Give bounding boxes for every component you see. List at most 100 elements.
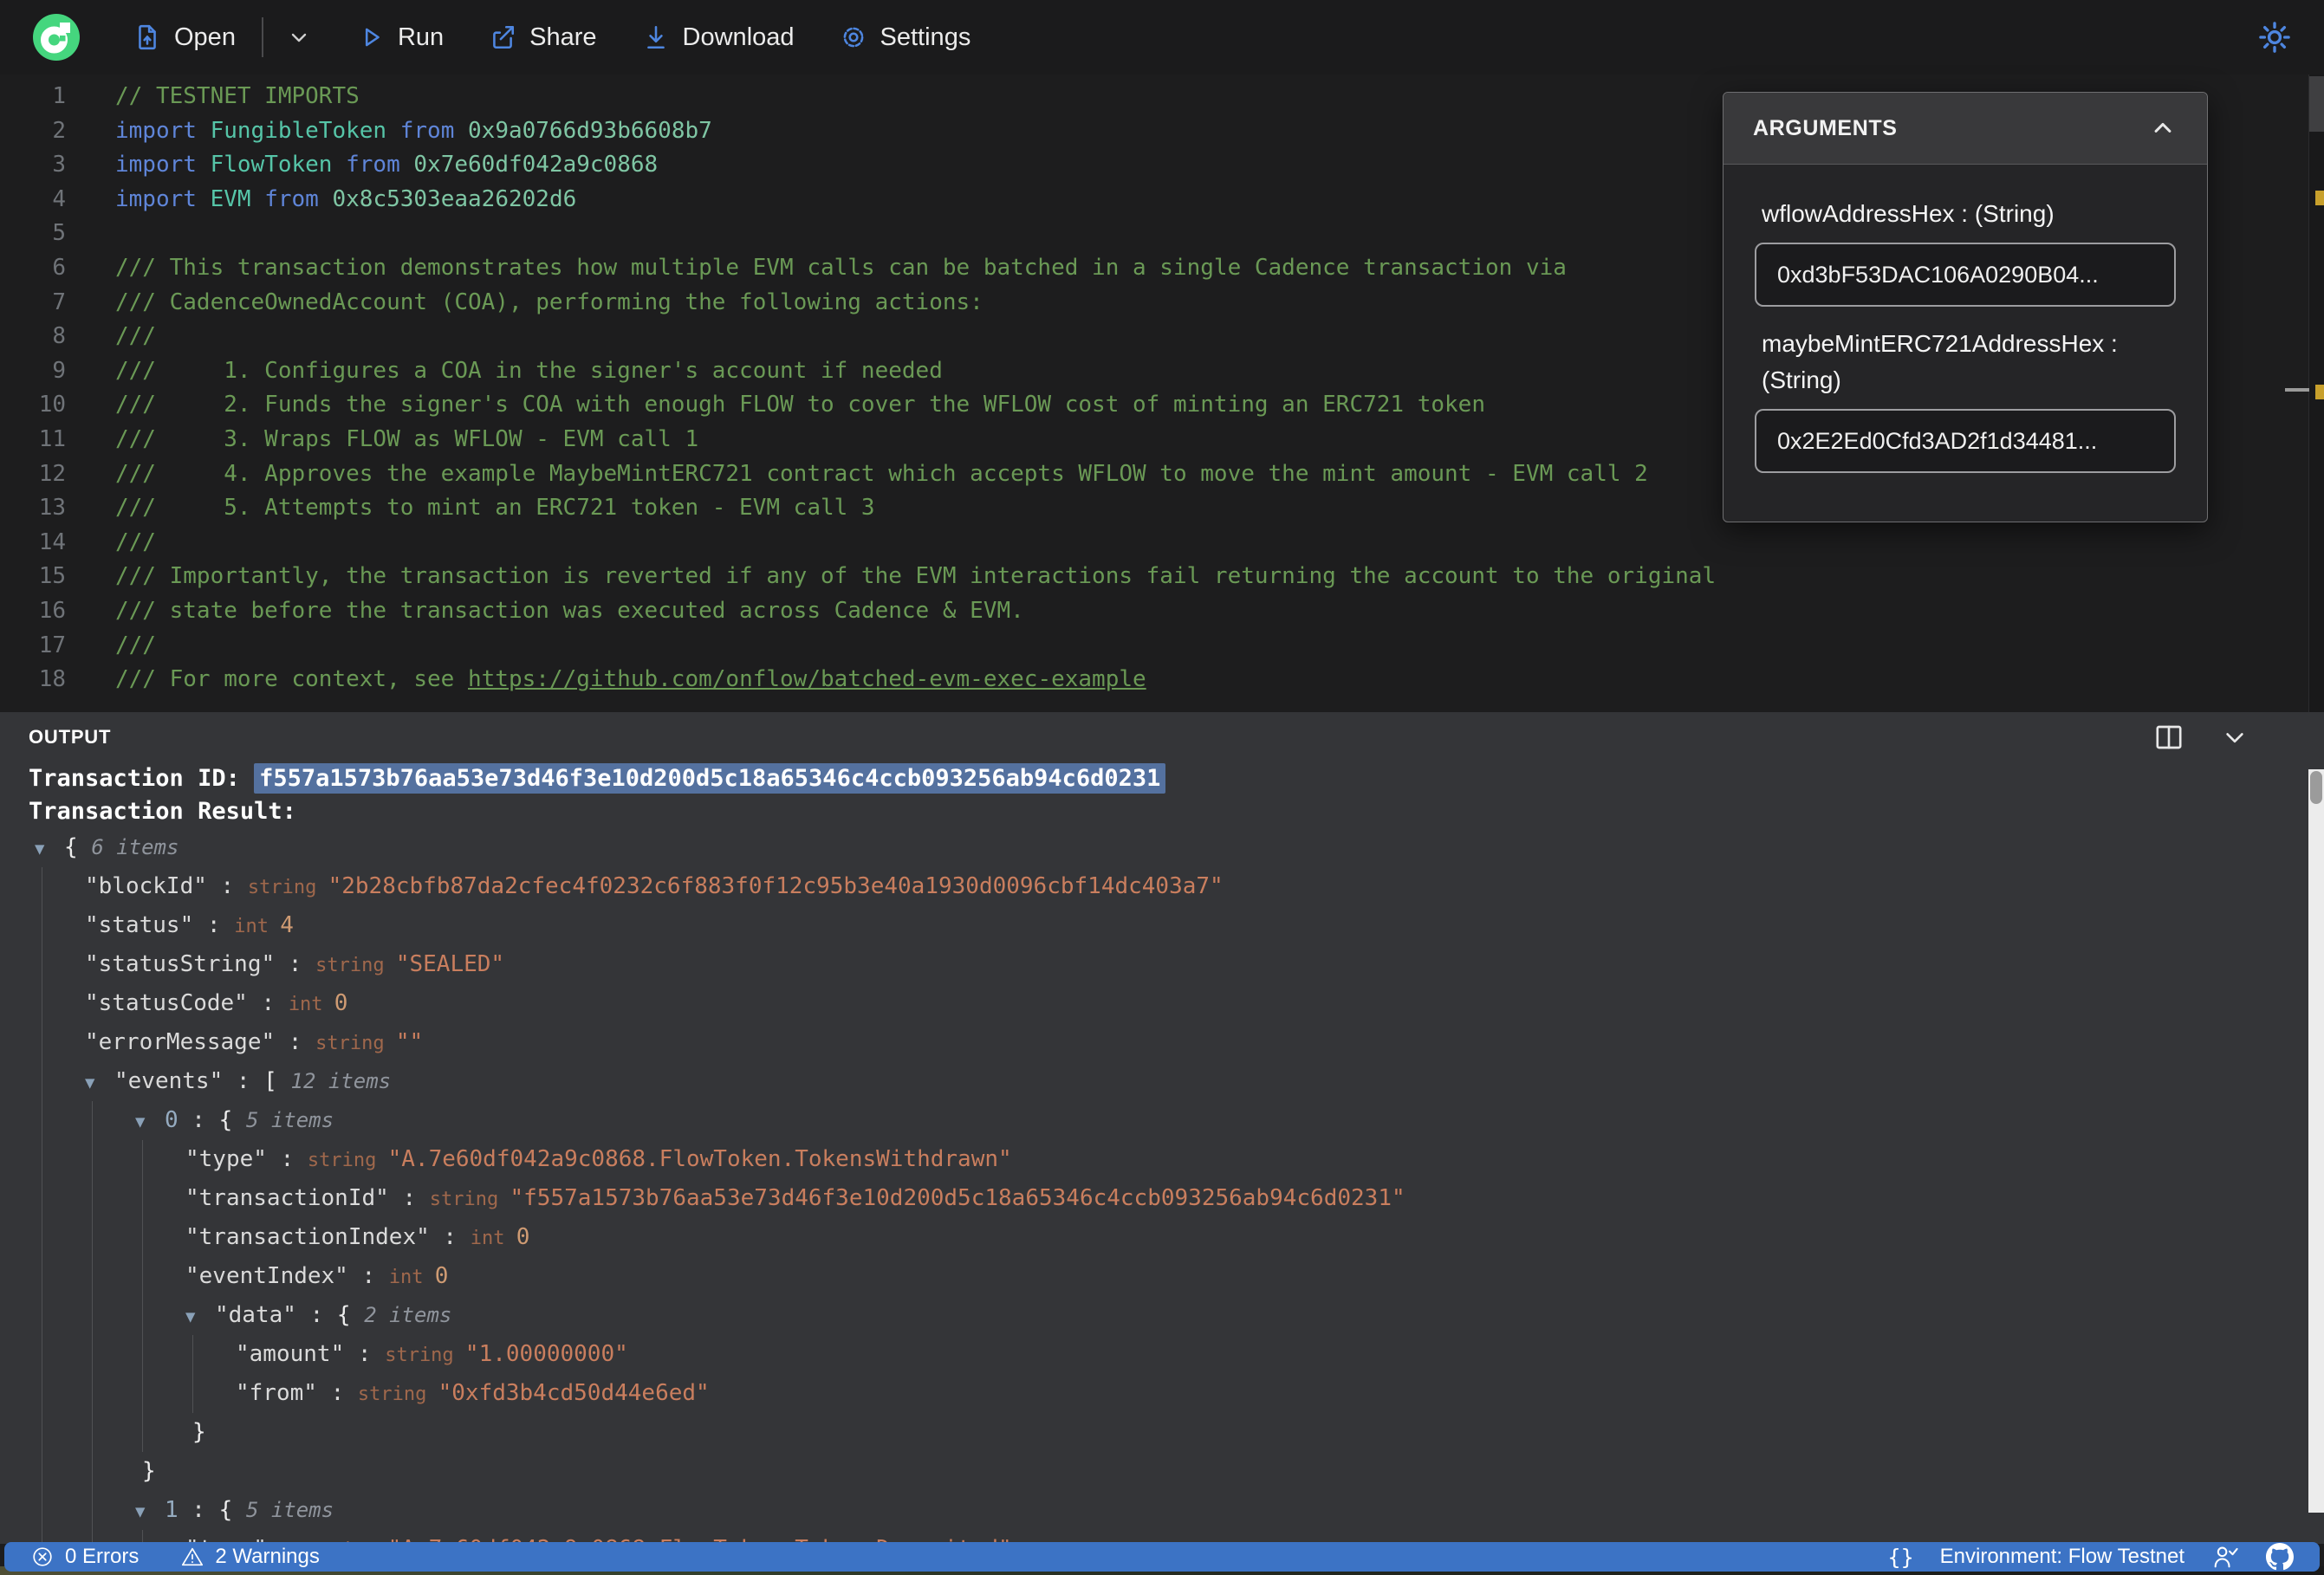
github-icon[interactable] [2266, 1543, 2294, 1571]
flow-logo [33, 14, 80, 61]
output-scrollbar[interactable] [2308, 769, 2324, 1513]
collapse-toggle[interactable]: ▼ [185, 1298, 215, 1337]
colon: : [295, 1302, 337, 1328]
toolbar: Open Run Share Download Settings [0, 0, 2324, 75]
toolbar-divider [261, 17, 263, 57]
run-label: Run [397, 23, 445, 51]
line-number: 10 [38, 392, 66, 418]
json-value: "0xfd3b4cd50d44e6ed" [438, 1380, 710, 1406]
argument-label: wflowAddressHex : (String) [1762, 200, 2055, 227]
code-segment: /// 4. Approves the example MaybeMintERC… [115, 460, 1648, 487]
code-segment: from [399, 117, 455, 144]
settings-button[interactable]: Settings [840, 23, 970, 52]
json-key: "type" [185, 1146, 267, 1172]
warnings-count: 2 Warnings [215, 1545, 320, 1568]
colon: : [178, 1497, 219, 1523]
code-line[interactable]: /// state before the transaction was exe… [115, 594, 2298, 629]
open-label: Open [174, 23, 236, 51]
transaction-id-line: Transaction ID: f557a1573b76aa53e73d46f3… [0, 761, 2303, 794]
errors-indicator[interactable]: 0 Errors [30, 1545, 139, 1569]
line-number: 9 [52, 357, 66, 384]
download-label: Download [682, 23, 795, 51]
indent-guide [92, 1218, 93, 1257]
run-play-icon [365, 28, 380, 47]
open-dropdown-button[interactable] [286, 24, 312, 50]
colon: : [223, 1068, 264, 1094]
open-button[interactable]: Open [133, 23, 236, 52]
code-line[interactable]: /// For more context, see https://github… [115, 663, 2298, 697]
colon: : [344, 1341, 386, 1367]
wflow-address-input[interactable] [1755, 243, 2176, 307]
warnings-indicator[interactable]: 2 Warnings [180, 1545, 320, 1569]
indent-guide [142, 1257, 143, 1296]
editor-scrollbar-thumb[interactable] [2309, 76, 2324, 132]
editor-scrollbar[interactable] [2308, 75, 2324, 712]
colon: : [178, 1107, 219, 1133]
output-scrollbar-thumb[interactable] [2310, 771, 2322, 804]
colon: : [347, 1263, 389, 1289]
json-key: "amount" [236, 1341, 345, 1367]
share-label: Share [529, 23, 597, 51]
feedback-person-icon[interactable] [2210, 1542, 2240, 1572]
collapse-toggle[interactable]: ▼ [135, 1493, 165, 1532]
line-number: 18 [38, 666, 66, 693]
code-segment: /// 3. Wraps FLOW as WFLOW - EVM call 1 [115, 425, 699, 452]
share-button[interactable]: Share [489, 23, 597, 52]
code-line[interactable]: /// [115, 526, 2298, 561]
run-button[interactable]: Run [357, 23, 444, 52]
indent-guide [92, 1413, 93, 1452]
code-line[interactable]: /// Importantly, the transaction is reve… [115, 560, 2298, 594]
json-key: "eventIndex" [185, 1263, 348, 1289]
maybe-mint-erc721-address-input[interactable] [1755, 409, 2176, 473]
code-segment: /// [115, 528, 156, 555]
indent-guide [142, 1335, 143, 1374]
open-brace: { [64, 834, 92, 860]
indent-guide [92, 1257, 93, 1296]
indent-guide [92, 1491, 93, 1530]
value-type: int [470, 1228, 516, 1249]
indent-guide [142, 1140, 143, 1179]
transaction-id-value[interactable]: f557a1573b76aa53e73d46f3e10d200d5c18a653… [254, 763, 1166, 794]
line-number: 3 [52, 152, 66, 178]
collapse-toggle[interactable]: ▼ [135, 1103, 165, 1142]
arguments-panel-header[interactable]: ARGUMENTS [1724, 93, 2207, 165]
code-segment: import [115, 152, 197, 178]
collapse-panel-chevron-icon[interactable] [2219, 722, 2250, 753]
json-tree-row: "blockId" : string "2b28cbfb87da2cfec4f0… [0, 867, 2303, 906]
environment-label[interactable]: Environment: Flow Testnet [1940, 1545, 2184, 1569]
download-button[interactable]: Download [642, 23, 795, 52]
code-link[interactable]: https://github.com/onflow/batched-evm-ex… [468, 666, 1146, 692]
chevron-up-icon[interactable] [2148, 113, 2178, 143]
code-segment: FlowToken [210, 152, 333, 178]
warning-triangle-icon [182, 1547, 204, 1566]
split-view-icon[interactable] [2153, 722, 2184, 753]
collapse-toggle[interactable]: ▼ [35, 830, 64, 869]
output-body: Transaction ID: f557a1573b76aa53e73d46f3… [0, 761, 2303, 1544]
colon: : [275, 1029, 316, 1055]
errors-count: 0 Errors [65, 1545, 140, 1568]
array-index: 1 [165, 1497, 179, 1523]
json-tree-row: "eventIndex" : int 0 [0, 1257, 2303, 1296]
line-number: 12 [38, 460, 66, 487]
colon: : [388, 1185, 430, 1211]
theme-toggle-button[interactable] [2256, 19, 2293, 60]
json-tree-row: ▼ 1 : { 5 items [0, 1491, 2303, 1530]
indent-guide [142, 1179, 143, 1218]
colon: : [206, 873, 248, 899]
output-title: OUTPUT [29, 726, 112, 748]
status-bar: 0 Errors 2 Warnings {} Environment: Flow… [4, 1542, 2320, 1572]
open-file-icon [139, 24, 156, 50]
array-index: 0 [165, 1107, 179, 1133]
collapse-toggle[interactable]: ▼ [85, 1064, 114, 1103]
code-segment: 0x7e60df042a9c0868 [413, 152, 659, 178]
code-line[interactable]: /// [115, 629, 2298, 664]
json-key: "statusCode" [85, 990, 248, 1016]
value-type: string [385, 1345, 465, 1366]
value-type: string [247, 877, 328, 898]
colon: : [429, 1224, 471, 1250]
